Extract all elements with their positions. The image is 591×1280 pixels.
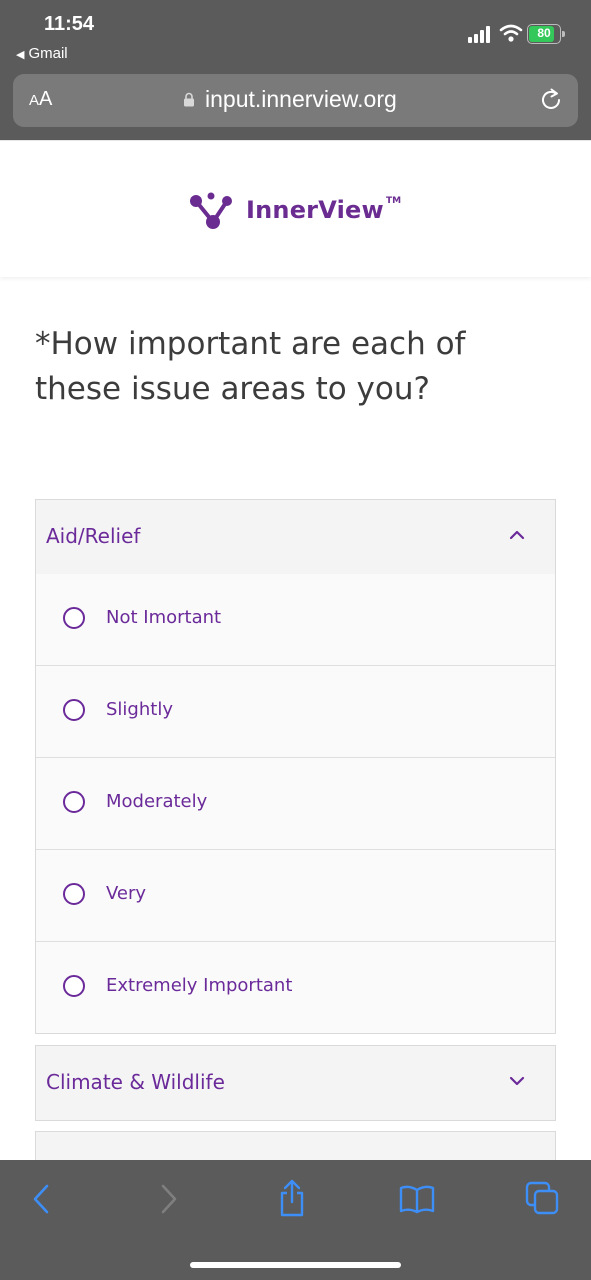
option-very[interactable]: Very — [36, 850, 555, 942]
radio-button[interactable] — [63, 607, 85, 629]
address-bar[interactable]: AA input.innerview.org — [13, 74, 578, 127]
innerview-logo-icon — [190, 192, 232, 229]
book-icon[interactable] — [398, 1184, 436, 1214]
wifi-icon — [499, 24, 523, 42]
option-moderately[interactable]: Moderately — [36, 758, 555, 850]
question-title: *How important are each of these issue a… — [35, 326, 466, 407]
status-time: 11:54 — [44, 13, 95, 35]
option-not-important[interactable]: Not Imortant — [36, 574, 555, 666]
innerview-logo-text: InnerView — [246, 196, 384, 224]
accordion-title: Climate & Wildlife — [46, 1070, 225, 1094]
radio-button[interactable] — [63, 883, 85, 905]
option-label: Very — [106, 883, 147, 904]
lock-icon — [184, 92, 194, 107]
accordion-climate-wildlife: Climate & Wildlife — [35, 1045, 556, 1121]
accordion-header-climate-wildlife[interactable]: Climate & Wildlife — [36, 1046, 555, 1120]
browser-top-bar: 11:54 ◀ Gmail 80 AA input.innerview.org — [0, 0, 591, 140]
back-triangle-icon: ◀ — [16, 49, 25, 61]
back-app-label: Gmail — [28, 45, 68, 62]
radio-button[interactable] — [63, 699, 85, 721]
chevron-left-icon[interactable] — [30, 1182, 52, 1216]
home-indicator — [190, 1262, 401, 1268]
reader-options-button[interactable]: AA — [29, 88, 52, 111]
logo-trademark: TM — [386, 196, 402, 206]
radio-button[interactable] — [63, 975, 85, 997]
accordion-header-aid-relief[interactable]: Aid/Relief — [36, 500, 555, 574]
option-label: Not Imortant — [106, 607, 222, 628]
url-text: input.innerview.org — [205, 86, 397, 112]
accordion-title: Aid/Relief — [46, 524, 141, 548]
option-label: Extremely Important — [106, 975, 293, 996]
tabs-icon[interactable] — [524, 1180, 560, 1216]
option-label: Moderately — [106, 791, 208, 812]
chevron-right-icon[interactable] — [158, 1182, 180, 1216]
share-icon[interactable] — [277, 1178, 307, 1218]
chevron-up-icon — [509, 530, 525, 540]
accordion-aid-relief: Aid/Relief Not Imortant Slightly Moderat… — [35, 499, 556, 1034]
battery-icon: 80 — [527, 24, 565, 44]
cellular-signal-icon — [468, 25, 492, 43]
option-slightly[interactable]: Slightly — [36, 666, 555, 758]
back-to-app-link[interactable]: ◀ Gmail — [16, 45, 68, 62]
battery-level: 80 — [537, 26, 551, 40]
chevron-down-icon — [509, 1076, 525, 1086]
reload-icon[interactable] — [538, 87, 564, 113]
radio-button[interactable] — [63, 791, 85, 813]
option-extremely-important[interactable]: Extremely Important — [36, 942, 555, 1033]
option-label: Slightly — [106, 699, 173, 720]
